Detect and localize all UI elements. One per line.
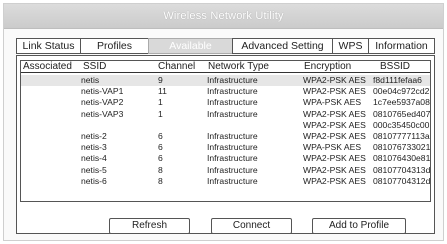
cell-encryption: WPA-PSK AES	[303, 142, 362, 153]
cell-network-type: Infrastructure	[207, 164, 258, 175]
cell-bssid: 08107777113a	[373, 131, 430, 141]
refresh-button[interactable]: Refresh	[109, 218, 190, 234]
cell-bssid: 081076733021	[373, 142, 431, 153]
tab-bar: Link Status Profiles Available Network A…	[16, 38, 435, 66]
cell-channel: 6	[158, 131, 163, 141]
cell-ssid: netis-VAP3	[81, 108, 124, 119]
cell-ssid: netis-VAP2	[81, 97, 124, 108]
column-header-associated[interactable]: Associated	[23, 61, 72, 72]
cell-encryption: WPA2-PSK AES	[303, 131, 366, 141]
cell-bssid: f8d111fefaa6	[373, 75, 422, 85]
cell-channel: 1	[158, 97, 163, 108]
column-header-channel[interactable]: Channel	[158, 61, 195, 72]
column-header-ssid[interactable]: SSID	[83, 61, 106, 72]
table-row[interactable]: netis-3 6 Infrastructure WPA-PSK AES 0810767…	[21, 142, 430, 153]
cell-network-type: Infrastructure	[207, 86, 258, 97]
cell-channel: 8	[158, 175, 163, 186]
cell-encryption: WPA2-PSK AES	[303, 119, 366, 130]
tab-profiles[interactable]: Profiles	[80, 38, 148, 54]
cell-network-type: Infrastructure	[207, 175, 258, 186]
cell-ssid: netis-3	[81, 142, 107, 153]
table-row[interactable]: netis-VAP3 1 Infrastructure WPA2-PSK AES 081…	[21, 109, 430, 120]
cell-channel: 1	[158, 108, 163, 119]
cell-bssid: 1c7ee5937a08	[373, 97, 430, 108]
add-to-profile-button[interactable]: Add to Profile	[312, 218, 406, 234]
tab-link-status[interactable]: Link Status	[16, 38, 80, 54]
cell-network-type: Infrastructure	[207, 142, 258, 153]
cell-bssid: 000c35450c00	[373, 119, 430, 130]
available-network-panel: Associated SSID Channel Network Type Enc…	[16, 55, 435, 234]
table-row[interactable]: netis 9 Infrastructure WPA2-PSK AES f8d111fe…	[21, 75, 430, 86]
table-row[interactable]: netis-6 8 Infrastructure WPA2-PSK AES 081077…	[21, 176, 430, 187]
cell-ssid: netis-2	[81, 131, 107, 141]
cell-ssid: netis-5	[81, 164, 107, 175]
column-header-bssid[interactable]: BSSID	[380, 61, 410, 72]
cell-ssid: netis-VAP1	[81, 86, 124, 97]
network-list-header: Associated SSID Channel Network Type Enc…	[21, 61, 430, 73]
cell-channel: 6	[158, 153, 163, 164]
cell-channel: 9	[158, 75, 163, 85]
cell-encryption: WPA-PSK AES	[303, 97, 362, 108]
tab-advanced-setting[interactable]: Advanced Setting	[232, 38, 332, 54]
cell-ssid: netis	[81, 75, 100, 85]
table-row[interactable]: netis-2 6 Infrastructure WPA2-PSK AES 081077…	[21, 131, 430, 142]
tab-available-network[interactable]: Available Network	[148, 38, 232, 66]
cell-encryption: WPA2-PSK AES	[303, 86, 366, 97]
utility-window: Wireless Network Utility Link Status Pro…	[3, 3, 444, 241]
table-row[interactable]: WPA2-PSK AES 000c35450c00	[21, 120, 430, 131]
cell-bssid: 081076430e81	[373, 153, 431, 164]
tab-information[interactable]: Information	[368, 38, 435, 54]
cell-ssid: netis-4	[81, 153, 107, 164]
cell-channel: 11	[158, 86, 167, 97]
cell-encryption: WPA2-PSK AES	[303, 175, 366, 186]
table-row[interactable]: netis-5 8 Infrastructure WPA2-PSK AES 081077…	[21, 165, 430, 176]
cell-bssid: 0810765ed407	[373, 108, 431, 119]
window-title: Wireless Network Utility	[4, 4, 443, 29]
connect-button[interactable]: Connect	[211, 218, 292, 234]
cell-network-type: Infrastructure	[207, 108, 258, 119]
cell-bssid: 00e04c972cd2	[373, 86, 430, 97]
cell-network-type: Infrastructure	[207, 131, 258, 141]
column-header-encryption[interactable]: Encryption	[304, 61, 351, 72]
cell-ssid: netis-6	[81, 175, 107, 186]
tab-wps[interactable]: WPS	[332, 38, 368, 54]
cell-network-type: Infrastructure	[207, 97, 258, 108]
cell-encryption: WPA2-PSK AES	[303, 164, 366, 175]
cell-bssid: 08107704313d	[373, 164, 431, 175]
cell-encryption: WPA2-PSK AES	[303, 108, 366, 119]
cell-bssid: 08107704312d	[373, 175, 431, 186]
cell-network-type: Infrastructure	[207, 153, 258, 164]
column-header-network-type[interactable]: Network Type	[208, 61, 269, 72]
table-row[interactable]: netis-VAP2 1 Infrastructure WPA-PSK AES 1c7e…	[21, 97, 430, 108]
table-row[interactable]: netis-4 6 Infrastructure WPA2-PSK AES 081076…	[21, 153, 430, 164]
cell-channel: 8	[158, 164, 163, 175]
network-list[interactable]: Associated SSID Channel Network Type Enc…	[20, 60, 431, 202]
cell-encryption: WPA2-PSK AES	[303, 75, 366, 85]
cell-encryption: WPA2-PSK AES	[303, 153, 366, 164]
cell-channel: 6	[158, 142, 163, 153]
cell-network-type: Infrastructure	[207, 75, 258, 85]
table-row[interactable]: netis-VAP1 11 Infrastructure WPA2-PSK AES 00…	[21, 86, 430, 97]
